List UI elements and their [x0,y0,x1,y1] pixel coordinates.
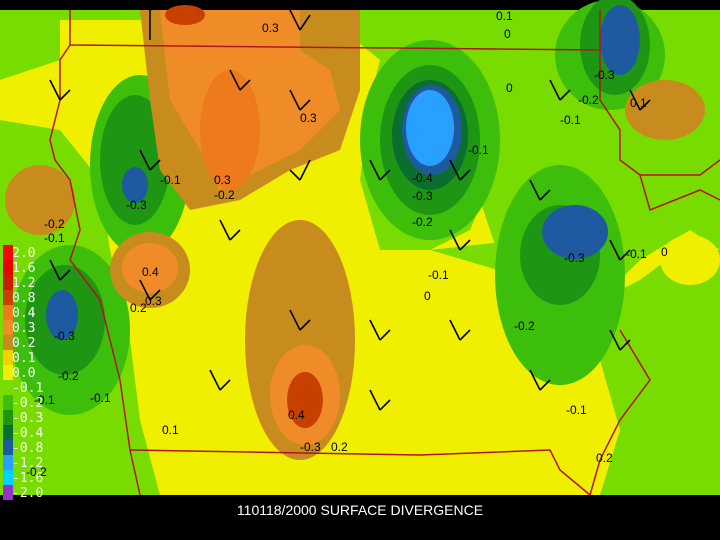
contour-label: 0.3 [145,294,162,308]
contour-label: 0.2 [130,301,147,315]
legend-label: 0.8 [12,291,35,306]
legend-label: -1.6 [12,471,43,486]
map-title: 110118/2000 SURFACE DIVERGENCE [236,502,484,518]
legend-label: -1.2 [12,456,43,471]
contour-label: -0.4 [412,171,433,185]
legend-label: -0.2 [12,396,43,411]
contour-label: -0.1 [560,113,581,127]
contour-label: 0.1 [162,423,179,437]
contour-label: -0.3 [300,440,321,454]
contour-label: 0 [424,289,431,303]
legend-label: 0.0 [12,366,35,381]
contour-label: -0.1 [626,247,647,261]
legend-label: 0.4 [12,306,36,321]
divergence-map: 0.3 0.1 0 0.3 0.3 -0.2 -0.1 -0.3 -0.2 -0… [0,0,720,501]
contour-label: -0.2 [44,217,65,231]
legend-label: 1.2 [12,276,35,291]
legend-label: 0.3 [12,321,35,336]
contour-label: -0.3 [54,329,75,343]
contour-label: 0.4 [142,265,159,279]
contour-label: -0.3 [412,189,433,203]
contour-label: -0.2 [514,319,535,333]
legend-label: 2.0 [12,246,35,261]
contour-label: -0.2 [578,93,599,107]
contour-label: -0.1 [566,403,587,417]
contour-label: 0 [661,245,668,259]
contour-label: -0.1 [44,231,65,245]
contour-label: -0.2 [412,215,433,229]
contour-label: 0.3 [262,21,279,35]
legend-label: -0.8 [12,441,43,456]
contour-label: 0.2 [331,440,348,454]
contour-label: -0.2 [214,188,235,202]
contour-label: -0.1 [160,173,181,187]
legend-label: 0.2 [12,336,35,351]
legend-label: -0.1 [12,381,43,396]
contour-label: -0.3 [564,251,585,265]
contour-label: -0.3 [126,198,147,212]
legend-label: -0.3 [12,411,43,426]
contour-label: 0 [506,81,513,95]
contour-label: -0.1 [468,143,489,157]
legend-label: -0.4 [12,426,43,441]
contour-label: 0.4 [288,408,305,422]
legend-label: 1.6 [12,261,35,276]
contour-label: -0.2 [58,369,79,383]
legend-label: 0.1 [12,351,35,366]
contour-label: 0.1 [496,9,513,23]
legend-label: -2.0 [12,486,43,501]
contour-label: 0.3 [300,111,317,125]
contour-label: 0.2 [596,451,613,465]
contour-label: 0.1 [630,96,647,110]
contour-label: 0 [504,27,511,41]
contour-label: -0.1 [428,268,449,282]
contour-label: -0.1 [90,391,111,405]
contour-label: -0.3 [594,68,615,82]
contour-label: 0.3 [214,173,231,187]
map-viewport: 0.3 0.1 0 0.3 0.3 -0.2 -0.1 -0.3 -0.2 -0… [0,0,720,540]
